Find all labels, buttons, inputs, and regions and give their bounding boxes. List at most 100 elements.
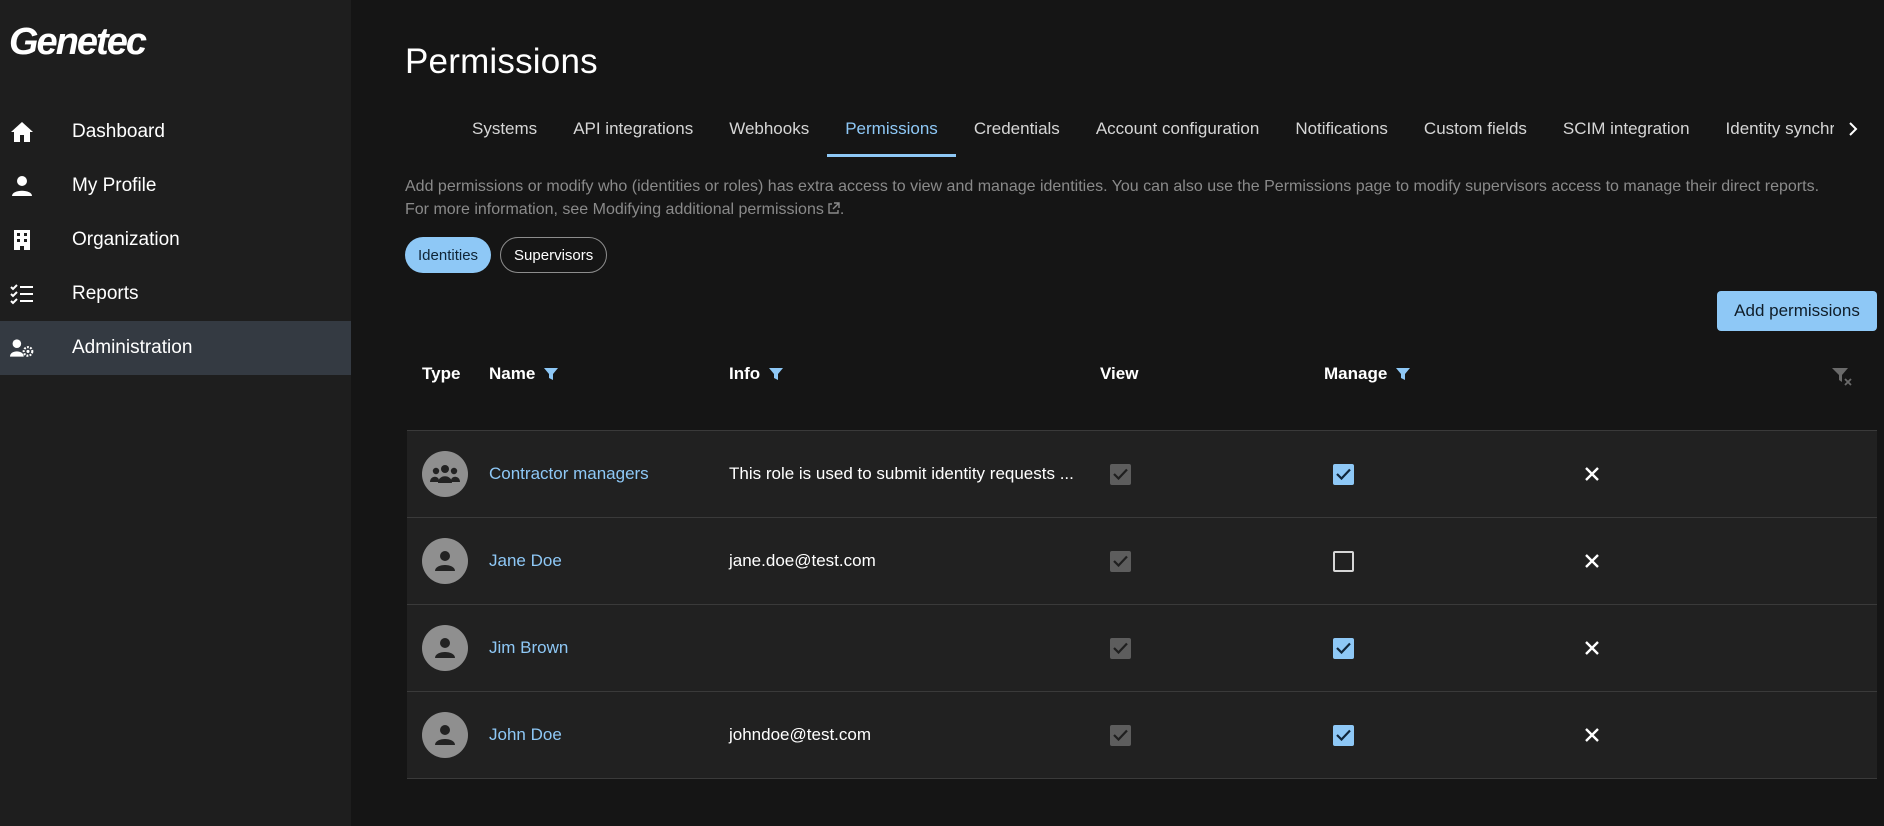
tab-webhooks[interactable]: Webhooks	[711, 105, 827, 157]
description-more-info: For more information, see Modifying addi…	[405, 198, 1875, 221]
group-icon	[422, 451, 468, 497]
person-icon	[422, 712, 468, 758]
view-checkbox	[1110, 724, 1131, 746]
view-cell	[1110, 605, 1131, 691]
view-cell	[1110, 692, 1131, 778]
sidebar-item-my-profile[interactable]: My Profile	[0, 159, 351, 213]
column-label: Type	[422, 364, 461, 383]
sidebar-item-label: Administration	[72, 337, 193, 358]
column-label: Manage	[1324, 364, 1388, 383]
supervisors-pill[interactable]: Supervisors	[500, 237, 608, 273]
remove-cell	[1580, 605, 1604, 691]
name-cell: Jim Brown	[489, 605, 568, 691]
person-icon	[422, 538, 468, 584]
close-icon[interactable]	[1580, 462, 1604, 486]
column-header-info: Info	[729, 362, 784, 386]
identity-link[interactable]: Jim Brown	[489, 638, 568, 658]
close-icon[interactable]	[1580, 636, 1604, 660]
svg-text:Genetec: Genetec	[9, 22, 147, 62]
column-label: Info	[729, 364, 761, 383]
tab-identity-synchronization[interactable]: Identity synchro	[1708, 105, 1834, 157]
sidebar-item-reports[interactable]: Reports	[0, 267, 351, 321]
info-cell: jane.doe@test.com	[729, 551, 876, 570]
page-description: Add permissions or modify who (identitie…	[405, 175, 1875, 221]
add-permissions-button[interactable]: Add permissions	[1717, 291, 1877, 331]
view-cell	[1110, 431, 1131, 517]
tab-permissions[interactable]: Permissions	[827, 105, 956, 157]
remove-cell	[1580, 692, 1604, 778]
tab-credentials[interactable]: Credentials	[956, 105, 1078, 157]
user-gear-icon	[10, 336, 34, 360]
remove-cell	[1580, 518, 1604, 604]
sidebar-nav: Dashboard My Profile Organization Report…	[0, 105, 351, 375]
table-row: Contractor managers This role is used to…	[407, 431, 1877, 518]
column-header-type: Type	[422, 362, 460, 386]
column-header-view: View	[1100, 362, 1138, 386]
filter-icon[interactable]	[1395, 366, 1411, 382]
column-header-manage: Manage	[1324, 362, 1411, 386]
building-icon	[10, 228, 34, 252]
manage-cell	[1333, 518, 1354, 604]
manage-checkbox[interactable]	[1333, 724, 1354, 746]
identities-pill[interactable]: Identities	[405, 237, 492, 273]
close-icon[interactable]	[1580, 549, 1604, 573]
sidebar-item-administration[interactable]: Administration	[0, 321, 351, 375]
info-cell: johndoe@test.com	[729, 725, 872, 744]
description-period: .	[839, 201, 845, 218]
tab-custom-fields[interactable]: Custom fields	[1406, 105, 1545, 157]
table-header: Type Name Info View Manage	[407, 335, 1877, 431]
tab-scim-integration[interactable]: SCIM integration	[1545, 105, 1708, 157]
tab-systems[interactable]: Systems	[454, 105, 555, 157]
type-cell	[422, 431, 468, 517]
home-icon	[10, 120, 34, 144]
view-cell	[1110, 518, 1131, 604]
page-title: Permissions	[405, 42, 598, 81]
type-cell	[422, 692, 468, 778]
column-label: Name	[489, 364, 536, 383]
external-link-icon	[827, 199, 840, 214]
info-cell: This role is used to submit identity req…	[729, 464, 1074, 483]
type-cell	[422, 605, 468, 691]
main-content: Permissions Systems API integrations Web…	[351, 0, 1884, 826]
identity-link[interactable]: Contractor managers	[489, 464, 649, 484]
view-checkbox	[1110, 550, 1131, 572]
column-label: View	[1100, 364, 1139, 383]
manage-cell	[1333, 692, 1354, 778]
clear-filters-icon[interactable]	[1831, 365, 1853, 387]
remove-cell	[1580, 431, 1604, 517]
name-cell: Jane Doe	[489, 518, 562, 604]
manage-cell	[1333, 431, 1354, 517]
view-toggle: Identities Supervisors	[405, 237, 608, 273]
sidebar: Genetec Dashboard My Profile Organizatio…	[0, 0, 351, 826]
sidebar-item-dashboard[interactable]: Dashboard	[0, 105, 351, 159]
sidebar-item-label: Reports	[72, 283, 139, 304]
table-row: John Doe johndoe@test.com	[407, 692, 1877, 779]
table-row: Jane Doe jane.doe@test.com	[407, 518, 1877, 605]
manage-cell	[1333, 605, 1354, 691]
permissions-table: Type Name Info View Manage Contractor ma…	[407, 335, 1877, 779]
manage-checkbox[interactable]	[1333, 550, 1354, 572]
genetec-logo[interactable]: Genetec	[9, 22, 199, 62]
help-link[interactable]: For more information, see Modifying addi…	[405, 201, 824, 218]
sidebar-item-label: My Profile	[72, 175, 157, 196]
manage-checkbox[interactable]	[1333, 463, 1354, 485]
sidebar-item-organization[interactable]: Organization	[0, 213, 351, 267]
view-checkbox	[1110, 637, 1131, 659]
chevron-right-icon[interactable]	[1841, 117, 1865, 141]
tab-account-configuration[interactable]: Account configuration	[1078, 105, 1278, 157]
person-icon	[422, 625, 468, 671]
close-icon[interactable]	[1580, 723, 1604, 747]
table-row: Jim Brown	[407, 605, 1877, 692]
tab-api-integrations[interactable]: API integrations	[555, 105, 711, 157]
filter-icon[interactable]	[768, 366, 784, 382]
identity-link[interactable]: John Doe	[489, 725, 562, 745]
name-cell: John Doe	[489, 692, 562, 778]
sidebar-item-label: Dashboard	[72, 121, 165, 142]
identity-link[interactable]: Jane Doe	[489, 551, 562, 571]
sidebar-item-label: Organization	[72, 229, 180, 250]
tab-notifications[interactable]: Notifications	[1277, 105, 1406, 157]
manage-checkbox[interactable]	[1333, 637, 1354, 659]
tab-bar: Systems API integrations Webhooks Permis…	[454, 105, 1834, 157]
checklist-icon	[10, 282, 34, 306]
filter-icon[interactable]	[543, 366, 559, 382]
